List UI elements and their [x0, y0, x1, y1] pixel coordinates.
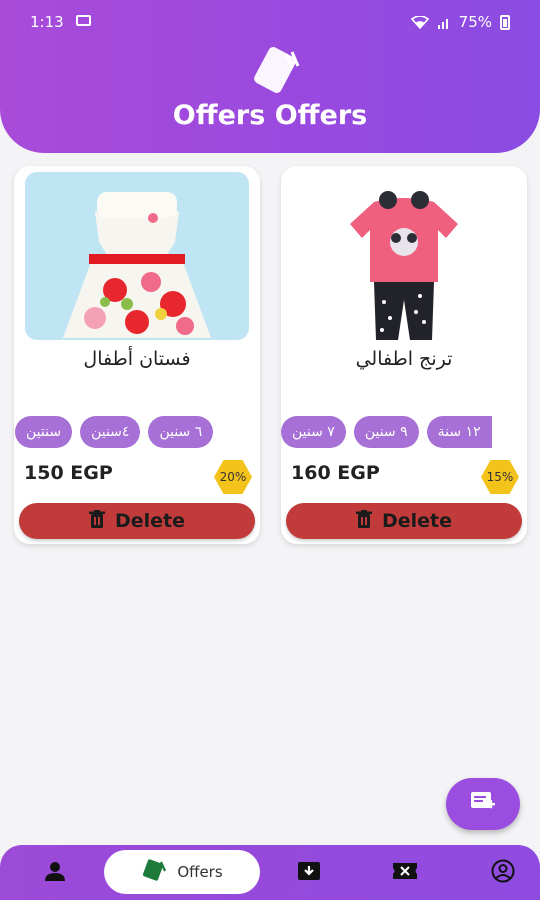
delete-button[interactable]: Delete: [19, 503, 255, 539]
product-image-dress: [25, 172, 249, 340]
nav-offers-label: Offers: [177, 863, 223, 881]
add-offer-button[interactable]: [446, 778, 520, 830]
size-chip[interactable]: ٤سنين: [80, 416, 141, 448]
cards-logo-icon: [236, 46, 308, 96]
trash-icon: [355, 509, 372, 533]
person-icon: [44, 861, 66, 885]
delete-button[interactable]: Delete: [286, 503, 522, 539]
wifi-icon: [410, 15, 429, 29]
size-chip[interactable]: ٩ سنين: [353, 416, 419, 448]
product-name: ترنج اطفالي: [355, 348, 453, 370]
signal-icon: [437, 16, 451, 29]
battery-icon: [500, 14, 510, 30]
size-chip[interactable]: ٧ سنين: [281, 416, 346, 448]
gallery-icon: [76, 15, 91, 26]
battery-percent: 75%: [458, 13, 492, 31]
add-note-icon: [470, 791, 496, 817]
status-time: 1:13: [30, 13, 64, 31]
size-chips: ٧ سنين ٩ سنين ١٢ سنة: [281, 416, 492, 448]
account-circle-icon: [491, 859, 515, 887]
product-card[interactable]: فستان أطفال سنتين ٤سنين ٦ سنين 150 EGP 2…: [14, 166, 260, 544]
page-title: Offers Offers: [172, 100, 368, 131]
nav-account[interactable]: [478, 845, 528, 900]
size-chips: سنتين ٤سنين ٦ سنين: [15, 416, 214, 448]
nav-downloads[interactable]: [284, 845, 334, 900]
discount-badge: 15%: [481, 460, 519, 494]
app-header: 1:13 75% Offers Offers: [0, 0, 540, 153]
size-chip[interactable]: ٦ سنين: [148, 416, 214, 448]
size-chip[interactable]: ١٢ سنة: [426, 416, 492, 448]
product-name: فستان أطفال: [83, 348, 191, 370]
trash-icon: [88, 509, 105, 533]
product-image-tracksuit: [292, 172, 516, 340]
product-price: 160 EGP: [291, 462, 380, 484]
delete-label: Delete: [114, 510, 186, 532]
status-bar: 1:13 75%: [0, 0, 540, 38]
size-chip[interactable]: سنتين: [15, 416, 73, 448]
nav-offers-active[interactable]: Offers: [104, 850, 260, 894]
delete-label: Delete: [381, 510, 453, 532]
nav-profile[interactable]: [30, 845, 80, 900]
product-price: 150 EGP: [24, 462, 113, 484]
download-box-icon: [297, 860, 321, 886]
discount-badge: 20%: [214, 460, 252, 494]
bottom-navigation: Offers: [0, 845, 540, 900]
offers-icon: [141, 859, 169, 885]
product-card[interactable]: ترنج اطفالي ٧ سنين ٩ سنين ١٢ سنة 160 EGP…: [281, 166, 527, 544]
ticket-icon: [392, 861, 418, 885]
nav-coupons[interactable]: [380, 845, 430, 900]
